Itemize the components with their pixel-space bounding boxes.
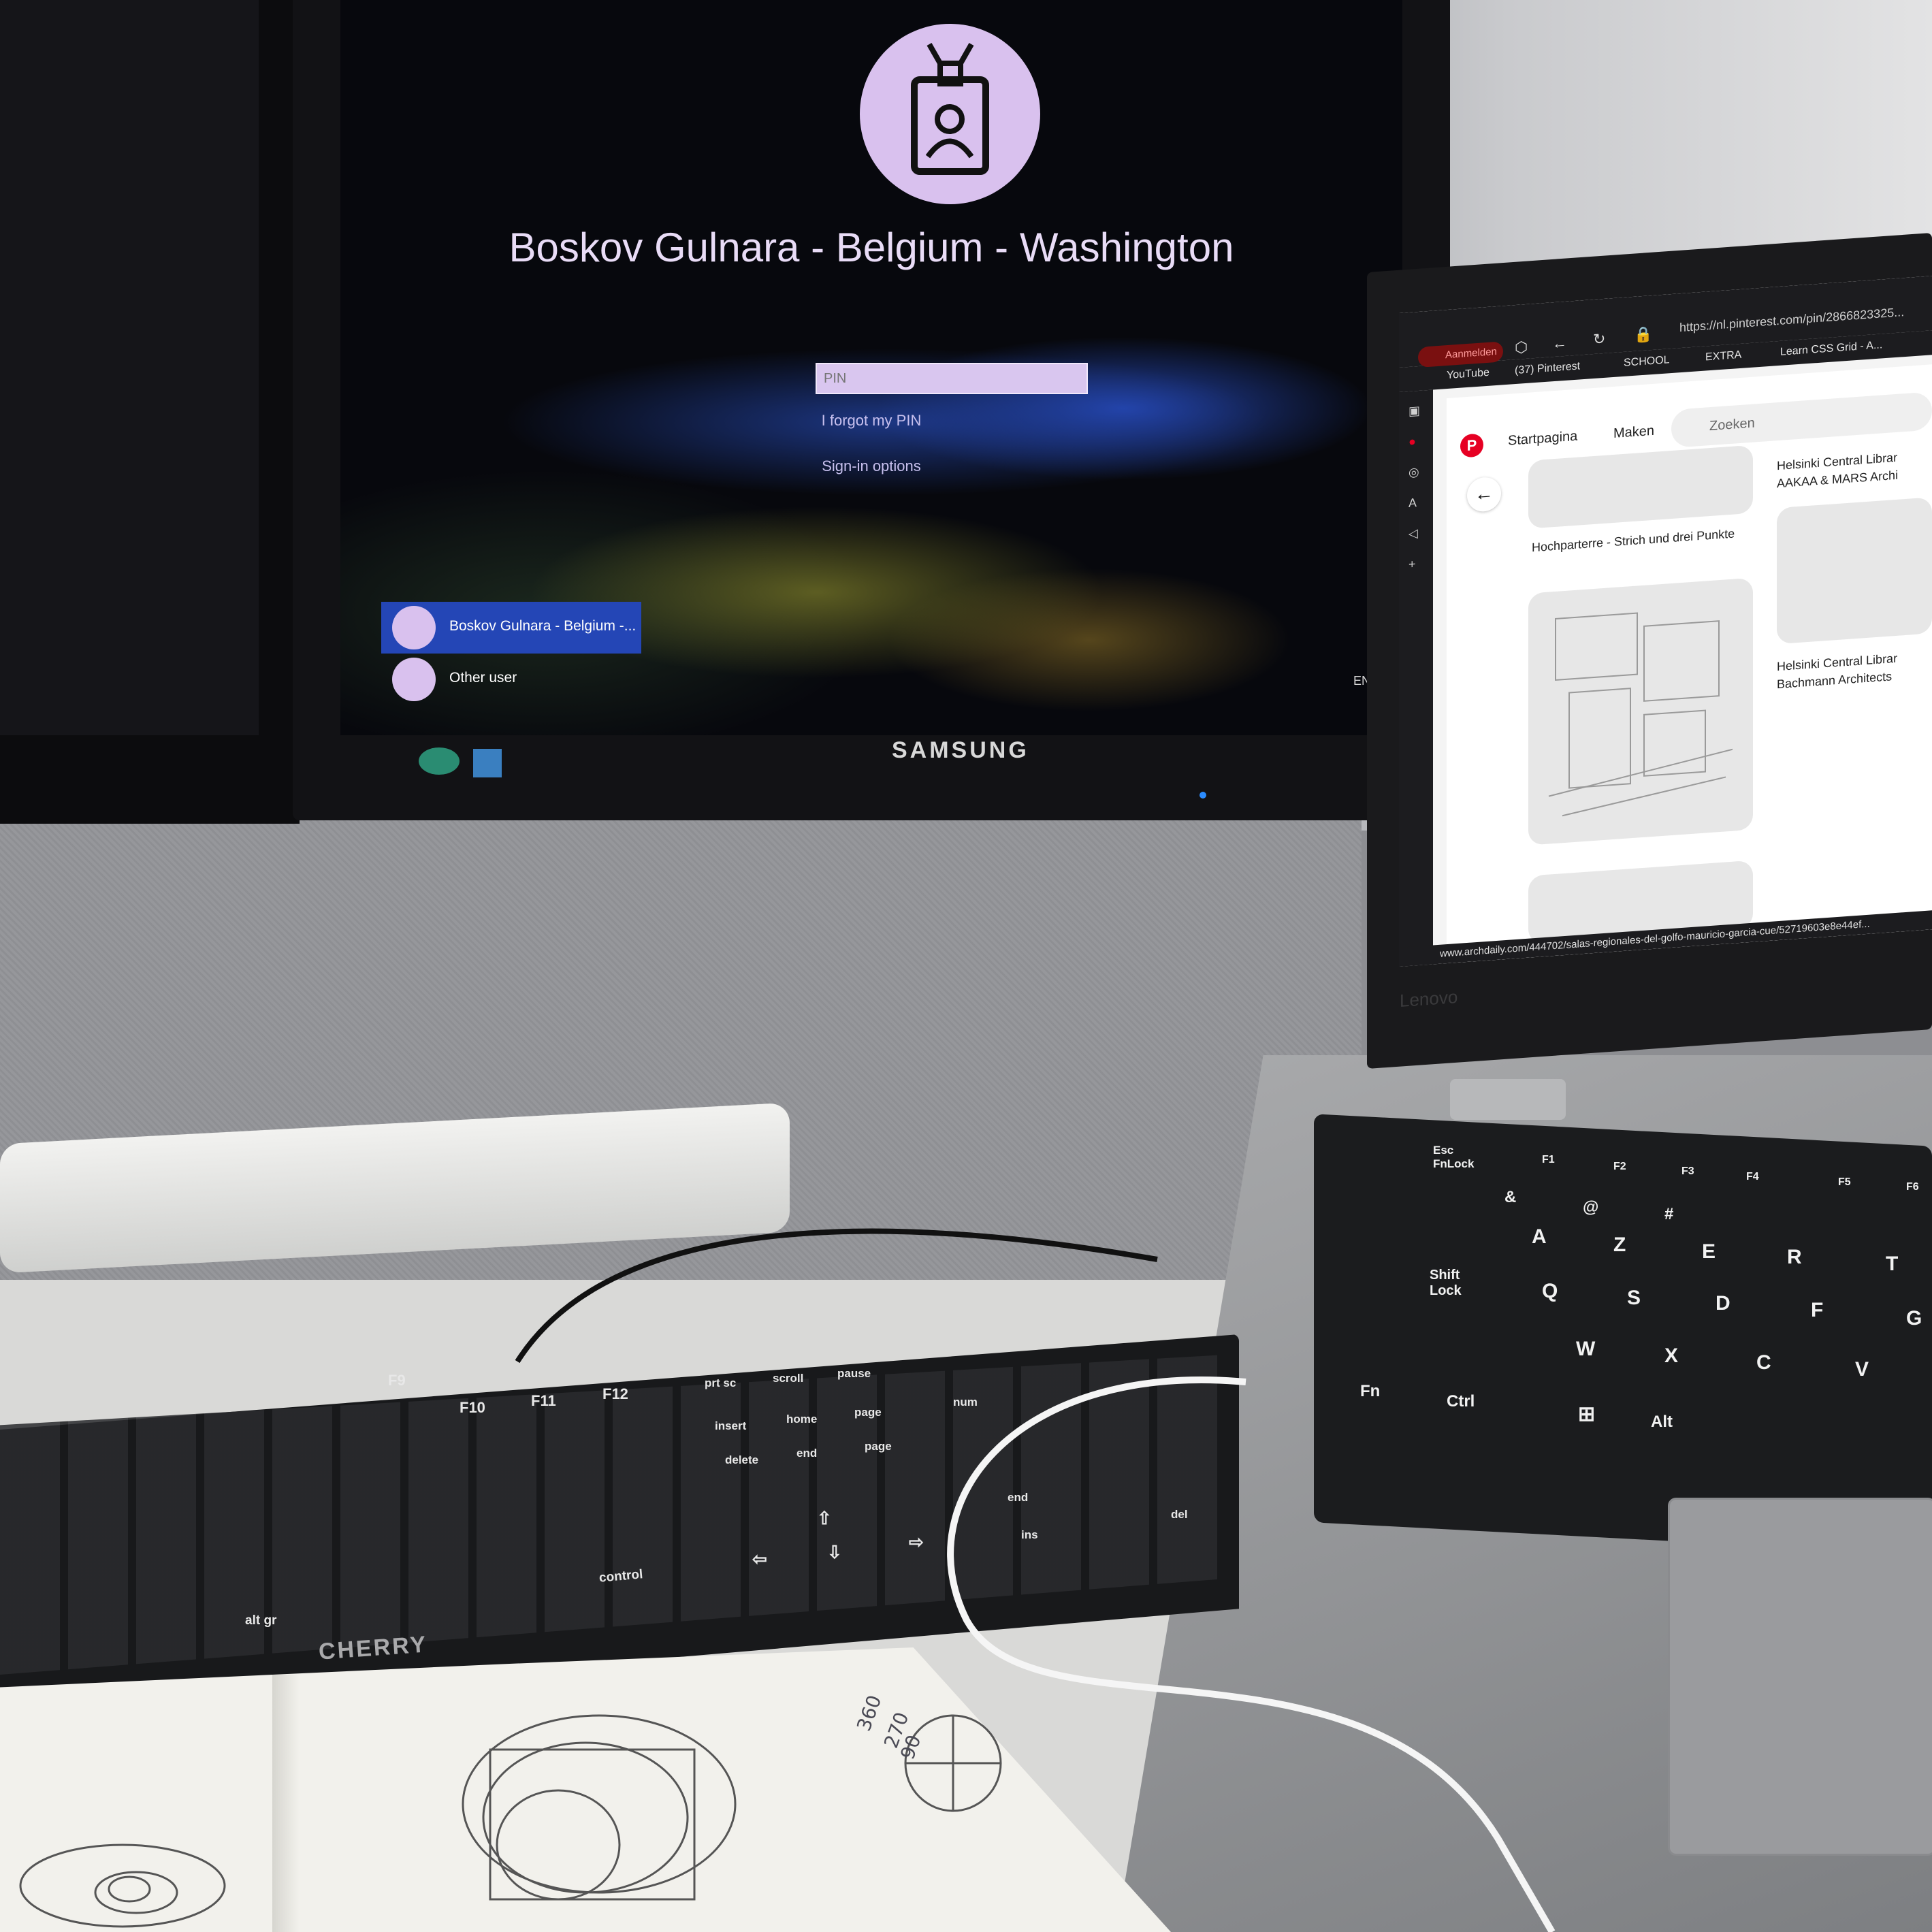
user-switch-label: Boskov Gulnara - Belgium -... [449,618,637,634]
windows-lock-screen: Boskov Gulnara - Belgium - Washington I … [340,0,1402,735]
user-switch-item-other[interactable]: Other user [381,654,641,705]
bookmark-extra[interactable]: EXTRA [1705,349,1741,364]
left-monitor-screen [0,0,259,735]
nav-create[interactable]: Maken [1613,423,1654,442]
key-page-down[interactable]: page [865,1440,892,1453]
reload-icon[interactable]: ↻ [1593,330,1605,349]
key-alt-gr[interactable]: alt gr [245,1613,276,1628]
key-z[interactable]: Z [1613,1234,1626,1257]
key-home[interactable]: home [786,1413,817,1426]
arrow-up-icon[interactable]: ⇧ [817,1508,832,1529]
pin-input[interactable] [816,363,1088,394]
energy-star-icon [473,749,502,777]
key-ctrl[interactable]: Ctrl [1447,1392,1475,1411]
key-hash[interactable]: # [1664,1205,1673,1224]
key-r[interactable]: R [1787,1246,1802,1269]
key-numpad-end[interactable]: end [1008,1491,1028,1504]
id-badge-icon [392,606,436,649]
pinterest-icon[interactable]: ● [1408,434,1416,449]
key-end[interactable]: end [796,1447,817,1460]
key-a[interactable]: A [1532,1225,1547,1249]
laptop-hinge [1450,1079,1566,1120]
power-led [1200,792,1206,799]
pencil-sketch [19,1714,1002,1928]
energy-label-icon [419,747,460,775]
key-f4[interactable]: F4 [1746,1171,1759,1183]
key-shift-lock[interactable]: Shift Lock [1430,1268,1484,1299]
key-x[interactable]: X [1664,1345,1678,1368]
key-f11[interactable]: F11 [531,1392,556,1410]
key-d[interactable]: D [1716,1292,1730,1315]
key-c[interactable]: C [1756,1351,1771,1374]
workspaces-icon[interactable]: ⬡ [1515,338,1528,357]
key-num-lock[interactable]: num [953,1396,978,1409]
key-f3[interactable]: F3 [1681,1165,1694,1178]
key-f1[interactable]: F1 [1542,1154,1555,1166]
key-v[interactable]: V [1855,1358,1869,1381]
samsung-logo: SAMSUNG [892,737,1029,763]
key-fn[interactable]: Fn [1360,1382,1380,1401]
key-f2[interactable]: F2 [1613,1161,1626,1173]
left-monitor [0,0,300,824]
key-f6[interactable]: F6 [1906,1181,1919,1193]
touchpad[interactable] [1668,1498,1932,1856]
key-numpad-del[interactable]: del [1171,1508,1188,1522]
user-avatar [860,24,1040,204]
font-icon[interactable]: A [1408,496,1417,511]
arrow-right-icon[interactable]: ⇨ [909,1532,924,1553]
key-esc[interactable]: Esc FnLock [1433,1144,1487,1171]
key-f9[interactable]: F9 [388,1372,406,1389]
user-switch-label: Other user [449,670,517,686]
key-q[interactable]: Q [1542,1280,1558,1303]
pin-image[interactable] [1528,577,1753,846]
user-switch-item-current[interactable]: Boskov Gulnara - Belgium -... [381,602,641,654]
key-insert[interactable]: insert [715,1419,746,1433]
whatsapp-icon[interactable]: ◎ [1408,465,1419,480]
key-delete[interactable]: delete [725,1453,758,1467]
person-icon [392,658,436,701]
arrow-down-icon[interactable]: ⇩ [827,1542,842,1563]
user-display-name: Boskov Gulnara - Belgium - Washington [509,225,1234,270]
key-at[interactable]: @ [1583,1198,1598,1217]
laptop-browser-window: Aanmelden ⬡ ← ↻ 🔒 https://nl.pinterest.c… [1399,276,1932,967]
key-page-up[interactable]: page [854,1406,882,1419]
key-f10[interactable]: F10 [460,1399,485,1417]
windows-key-icon[interactable]: ⊞ [1578,1402,1595,1426]
site-plan-drawing [1548,612,1733,817]
key-t[interactable]: T [1886,1253,1898,1276]
add-icon[interactable]: + [1408,557,1416,572]
key-pause[interactable]: pause [837,1367,871,1381]
lock-icon: 🔒 [1634,325,1653,344]
key-ampersand[interactable]: & [1504,1188,1516,1207]
key-f[interactable]: F [1811,1299,1823,1322]
key-s[interactable]: S [1627,1287,1641,1310]
back-arrow-icon[interactable]: ← [1552,334,1567,353]
forgot-pin-link[interactable]: I forgot my PIN [340,412,1402,430]
speaker-icon[interactable]: ◁ [1408,526,1418,541]
key-scroll-lock[interactable]: scroll [773,1372,803,1385]
key-f12[interactable]: F12 [602,1385,628,1403]
tabs-icon[interactable]: ▣ [1408,404,1420,419]
key-print-screen[interactable]: prt sc [705,1376,736,1390]
key-numpad-ins[interactable]: ins [1021,1528,1038,1542]
key-f5[interactable]: F5 [1838,1176,1851,1189]
arrow-left-icon[interactable]: ⇦ [752,1549,767,1570]
id-badge-icon [911,43,989,175]
key-alt[interactable]: Alt [1651,1413,1673,1432]
sign-in-options-link[interactable]: Sign-in options [340,457,1402,475]
key-w[interactable]: W [1576,1338,1595,1361]
key-g[interactable]: G [1906,1307,1922,1330]
pin-image[interactable] [1777,497,1932,645]
lenovo-logo: Lenovo [1400,986,1458,1011]
key-e[interactable]: E [1702,1240,1716,1263]
